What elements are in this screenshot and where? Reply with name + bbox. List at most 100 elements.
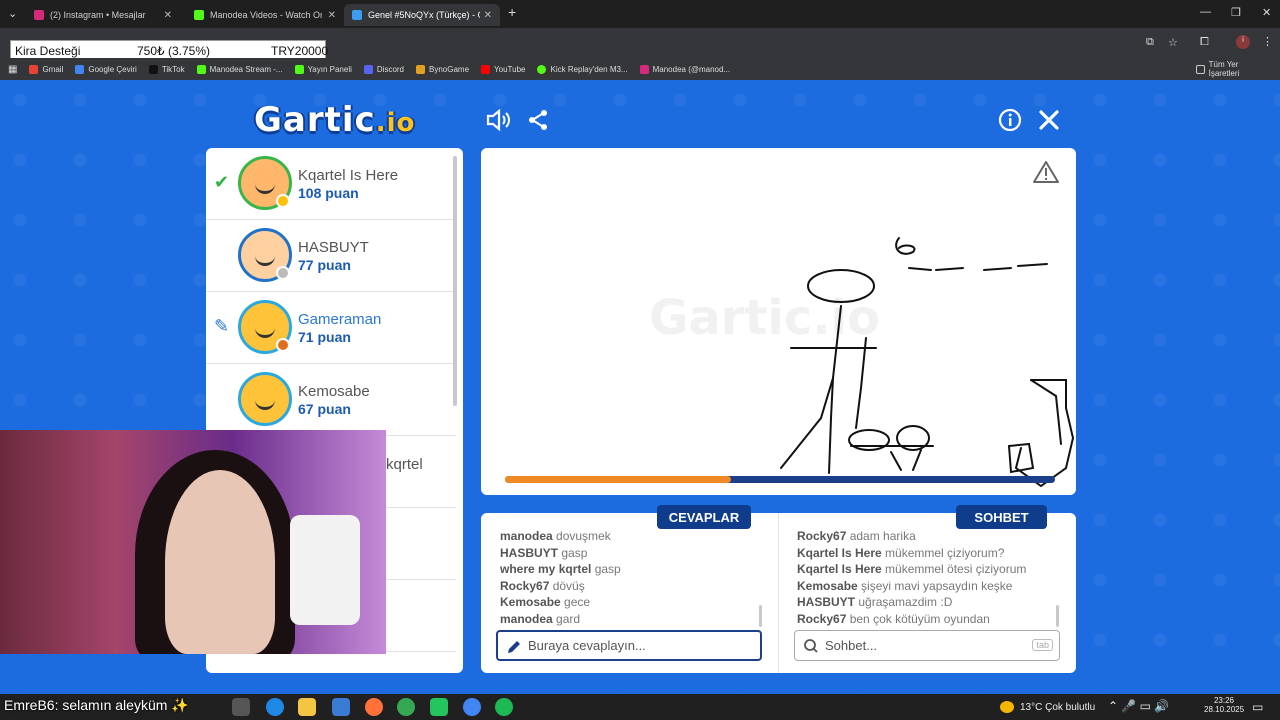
players-scrollbar[interactable] [453,156,457,406]
folder-icon [1196,64,1205,74]
bookmark-item[interactable]: Gmail [29,64,63,74]
info-icon[interactable] [996,106,1024,134]
player-row[interactable]: HASBUYT 77 puan [206,220,456,292]
chat-header: SOHBET [956,505,1047,529]
clock-time: 23:26 [1213,696,1235,705]
message-text: gard [552,611,581,626]
close-tab-icon[interactable]: ✕ [164,10,172,21]
bookmark-item[interactable]: Kick Replay'den M3... [537,64,628,74]
install-icon[interactable]: ⧉ [1146,36,1154,49]
chrome-icon[interactable] [397,698,415,716]
tab-key-hint: tab [1032,639,1053,651]
message-line: Rocky67 ben çok kötüyüm oyundan [797,611,1026,628]
file-explorer-icon[interactable] [298,698,316,716]
sound-icon[interactable] [484,106,512,134]
drawing-strokes [780,237,1075,488]
gartic-logo: Gartic.io [254,100,415,140]
browser-tab-bar: ⌄ (2) Instagram • Mesajlar ✕ Manodea Vid… [0,0,1280,28]
player-score: 77 puan [298,257,351,273]
kick-icon [196,64,206,74]
gmail-icon [29,64,39,74]
apps-grid-icon[interactable]: ▦ [8,64,17,75]
close-tab-icon[interactable]: ✕ [484,10,492,21]
profile-avatar[interactable]: i [1236,35,1250,49]
status-dot [276,266,290,280]
stream-chat-overlay: EmreB6: selamın aleyküm ✨ [4,697,189,713]
message-user: HASBUYT [797,595,856,609]
tab-instagram[interactable]: (2) Instagram • Mesajlar ✕ [26,4,180,26]
tab-search-icon[interactable]: ⌄ [8,7,17,20]
clock[interactable]: 23:26 28.10.2025 [1204,696,1244,714]
bookmark-label: Kick Replay'den M3... [550,64,628,74]
close-window-icon[interactable]: ✕ [1262,6,1271,19]
chat-input[interactable]: Sohbet... tab [794,630,1060,661]
bookmark-label: Yayın Paneli [307,64,352,74]
store-icon[interactable] [332,698,350,716]
drawing-canvas[interactable]: Gartic.io [481,148,1076,495]
chat-list: Rocky67 adam harika Kqartel Is Here mükem… [797,528,1026,627]
clock-date: 28.10.2025 [1204,705,1245,714]
player-row[interactable]: Kemosabe 67 puan [206,364,456,436]
player-name-partial: kqrtel [386,456,423,473]
webcam-face [165,470,275,654]
message-line: where my kqrtel gasp [500,561,621,578]
notification-icon[interactable]: ▭ [1252,700,1263,714]
player-name: HASBUYT [298,239,369,256]
firefox-icon[interactable] [365,698,383,716]
bookmark-label: Manodea Stream -... [209,64,283,74]
pencil-icon: ✎ [214,316,230,336]
youtube-icon [481,64,491,74]
all-bookmarks[interactable]: Tüm Yer İşaretleri [1196,60,1268,78]
report-warning-icon[interactable] [1033,160,1059,184]
app-icon[interactable] [430,698,448,716]
bookmark-item[interactable]: Manodea Stream -... [196,64,283,74]
chat-scrollbar[interactable] [1056,605,1059,627]
minimize-icon[interactable]: — [1200,6,1211,18]
tiktok-icon [148,64,158,74]
menu-icon[interactable]: ⋮ [1262,35,1273,48]
message-line: Kemosabe şişeyi mavi yapsaydın keşke [797,578,1026,595]
restore-icon[interactable]: ❐ [1231,6,1241,19]
bookmark-item[interactable]: Manodea (@manod... [639,64,730,74]
bookmark-item[interactable]: YouTube [481,64,525,74]
tab-manodea-videos[interactable]: Manodea Videos - Watch On-D ✕ [186,4,344,26]
answer-input[interactable]: Buraya cevaplayın... [496,630,762,661]
message-user: Rocky67 [797,529,847,543]
pencil-icon [508,641,520,653]
search-icon [804,639,818,653]
bookmark-item[interactable]: Yayın Paneli [294,64,352,74]
close-icon[interactable] [1035,106,1063,134]
message-user: Kqartel Is Here [797,545,882,560]
tray-icons[interactable]: ⌃ 🎤 ▭ 🔊 [1108,699,1169,713]
bynogame-icon [416,64,426,74]
bookmark-star-icon[interactable]: ☆ [1168,36,1178,49]
instagram-icon [639,64,649,74]
bookmark-item[interactable]: Google Çeviri [75,64,137,74]
weather-text[interactable]: 13°C Çok bulutlu [1020,702,1095,713]
answer-placeholder: Buraya cevaplayın... [528,638,646,653]
message-text: ben çok kötüyüm oyundan [846,611,990,626]
message-user: Rocky67 [500,578,550,593]
spotify-icon[interactable] [495,698,513,716]
status-dot [276,338,290,352]
tab-title: Genel #5NoQYx (Türkçe) - Garti [368,10,480,20]
extensions-icon[interactable]: ⧠ [1200,36,1209,49]
bookmark-item[interactable]: TikTok [148,64,185,74]
answers-scrollbar[interactable] [759,605,762,627]
message-user: Rocky67 [797,611,847,626]
close-tab-icon[interactable]: ✕ [328,10,336,21]
message-user: manodea [500,529,553,543]
bookmark-item[interactable]: BynoGame [416,64,469,74]
tab-gartic[interactable]: Genel #5NoQYx (Türkçe) - Garti ✕ [344,4,500,26]
share-icon[interactable] [524,106,552,134]
chrome-active-icon[interactable] [463,698,481,716]
task-view-icon[interactable] [232,698,250,716]
new-tab-button[interactable]: + [508,4,516,20]
bookmark-item[interactable]: Discord [363,64,404,74]
player-row[interactable]: ✔ Kqartel Is Here 108 puan [206,148,456,220]
edge-icon[interactable] [266,698,284,716]
bookmark-label: TikTok [161,64,185,74]
message-line: manodea dovuşmek [500,528,621,545]
logo-suffix-text: .io [375,108,416,138]
player-row[interactable]: ✎ Gameraman 71 puan [206,292,456,364]
